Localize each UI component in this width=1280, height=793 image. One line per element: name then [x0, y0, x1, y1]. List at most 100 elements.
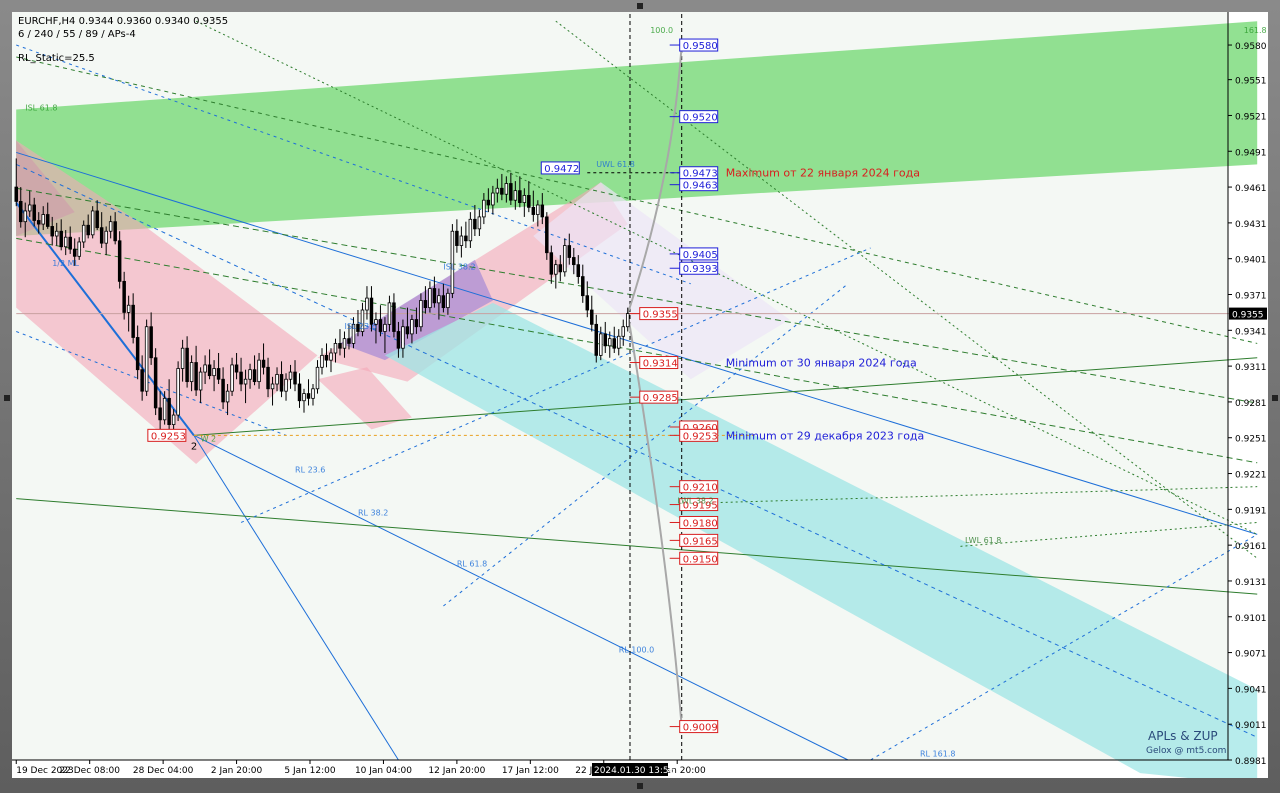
price-chart[interactable]: 0.9580 0.9520 0.94730.9463 0.9405 0.9393 0.93…	[12, 12, 1268, 778]
level-label-text: 0.9180	[683, 518, 718, 529]
candle-body	[522, 195, 527, 203]
level-label-text: 0.9580	[683, 41, 718, 52]
candle-body	[63, 236, 68, 248]
fib-line-label: RL 161.8	[920, 749, 955, 758]
candle-body	[257, 359, 261, 383]
fib-line-label: RL 100.0	[619, 646, 654, 655]
candle-body	[414, 319, 419, 328]
left-scroll-marker[interactable]	[4, 395, 10, 401]
candle-body	[482, 199, 486, 218]
level-label-text: 0.9210	[683, 483, 718, 494]
candle-body	[266, 366, 270, 390]
anchor-label-text: 0.9472	[544, 164, 579, 175]
y-tick-label: 0.8981	[1235, 757, 1267, 767]
candle-body	[149, 326, 153, 359]
y-tick-label: 0.9161	[1235, 542, 1267, 552]
fib-line-label: RL 61.8	[457, 560, 487, 569]
fib-line-label: W 2	[201, 434, 217, 443]
fib-line-label: ISL 38.2	[443, 262, 475, 271]
candle-body	[185, 347, 189, 383]
anchor-label: 0.9472	[540, 161, 580, 175]
level-label-text: 0.9355	[643, 310, 678, 321]
current-price-label: 0.9355	[1232, 311, 1264, 321]
candle-body	[68, 236, 72, 250]
candle-body	[378, 319, 383, 332]
candle-body	[95, 210, 99, 229]
candle-body	[625, 313, 630, 328]
candle-body	[509, 183, 513, 201]
candle-body	[131, 304, 135, 338]
candle-body	[572, 257, 576, 266]
candle-body	[369, 297, 374, 325]
candle-body	[288, 371, 293, 380]
y-tick-label: 0.9311	[1235, 363, 1267, 373]
candle-body	[108, 221, 113, 232]
candle-body	[446, 292, 450, 309]
candle-body	[590, 309, 594, 325]
level-label-text: 0.9009	[683, 723, 718, 734]
y-tick-label: 0.9101	[1235, 614, 1267, 624]
top-scroll-marker[interactable]	[637, 3, 643, 9]
candle-body	[437, 295, 441, 304]
candle-body	[212, 368, 216, 377]
chart-plot-area[interactable]: 0.9580 0.9520 0.9473 0.9463 0.9405 0.9393 0.93…	[12, 12, 1268, 778]
right-scroll-marker[interactable]	[1272, 395, 1278, 401]
chart-window: 0.9580 0.9520 0.9473 0.9463 0.9405 0.9393 0.93…	[0, 0, 1280, 793]
candle-body	[545, 216, 549, 254]
candle-body	[455, 230, 459, 246]
candle-body	[72, 248, 77, 257]
candle-body	[99, 227, 104, 244]
candle-body	[396, 331, 401, 349]
fib-line-label: LWL 38.2	[677, 496, 713, 505]
candle-body	[468, 218, 473, 242]
candle-body	[383, 323, 387, 332]
candle-body	[293, 371, 297, 385]
candle-body	[18, 200, 23, 223]
candle-body	[158, 407, 162, 421]
candle-body	[81, 224, 86, 243]
candle-body	[176, 368, 180, 416]
candle-body	[342, 338, 347, 349]
candle-body	[32, 204, 36, 221]
candle-body	[324, 354, 329, 361]
candle-body	[608, 338, 612, 347]
y-tick-label: 0.9431	[1235, 220, 1267, 230]
candle-body	[554, 264, 558, 275]
candle-body	[486, 199, 491, 206]
level-label-text: 0.9165	[683, 536, 718, 547]
y-tick-label: 0.9521	[1235, 112, 1267, 122]
candle-body	[36, 220, 41, 225]
candle-body	[14, 186, 18, 202]
level-label-text: 0.9150	[683, 554, 718, 565]
y-tick-label: 0.9281	[1235, 399, 1267, 409]
level-label-text: 0.9253	[683, 431, 718, 442]
bottom-scroll-marker[interactable]	[637, 783, 643, 789]
candle-body	[50, 226, 54, 237]
candle-body	[261, 359, 266, 368]
candle-body	[333, 343, 338, 354]
candle-body	[428, 288, 432, 309]
y-tick-label: 0.9221	[1235, 471, 1267, 481]
swing-point-label: 2	[191, 441, 197, 452]
candle-body	[113, 221, 117, 242]
candle-body	[504, 183, 509, 195]
fib-line-label: 161.8	[1244, 26, 1267, 35]
candle-body	[77, 241, 81, 257]
candle-body	[306, 393, 311, 399]
candle-body	[248, 369, 252, 380]
candle-body	[549, 252, 554, 275]
candle-body	[153, 357, 158, 409]
level-label-text: 0.9393	[683, 264, 718, 275]
candle-body	[576, 264, 581, 277]
candle-body	[441, 295, 446, 309]
candle-body	[329, 352, 333, 361]
level-label-text: 0.9473	[683, 169, 718, 180]
x-tick-label: 5 Jan 12:00	[284, 766, 336, 776]
candle-body	[59, 230, 63, 248]
level-label-text: 0.9314	[643, 359, 678, 370]
candle-body	[518, 190, 522, 203]
candle-body	[621, 326, 625, 337]
candle-body	[203, 364, 207, 373]
candle-body	[491, 192, 495, 206]
candle-body	[540, 204, 545, 218]
